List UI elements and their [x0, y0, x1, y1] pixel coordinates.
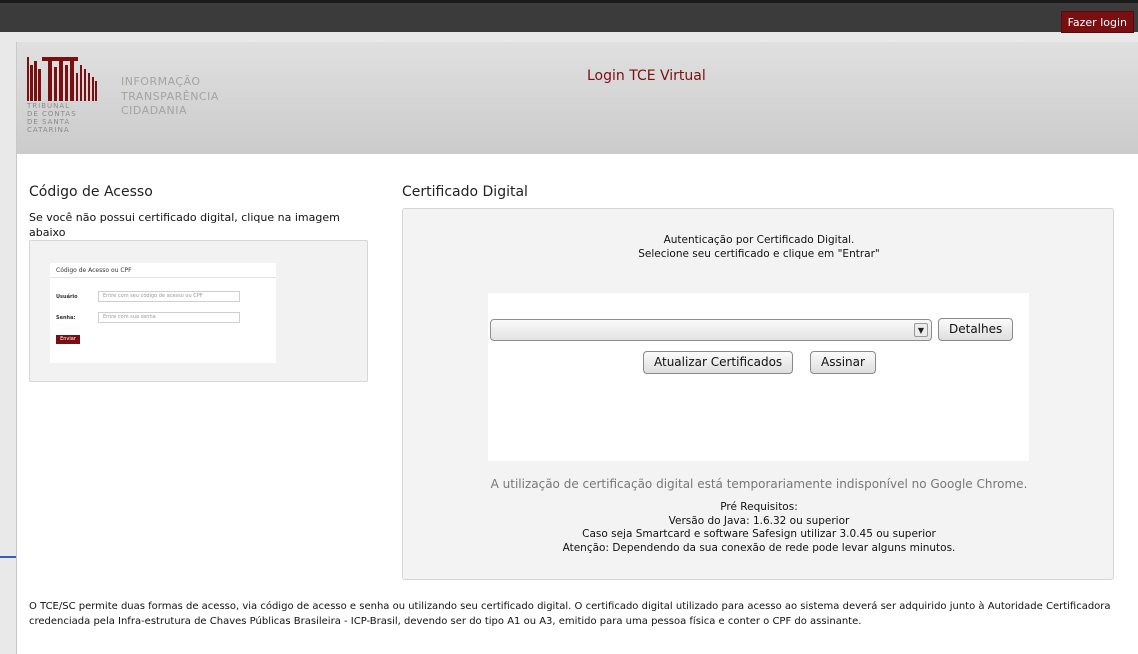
logo-caption-line: DE CONTAS [27, 110, 77, 118]
logo-caption-line: TRIBUNAL [27, 102, 71, 110]
chrome-notice: A utilização de certificação digital est… [490, 477, 1028, 491]
logo-word: INFORMAÇÃO [121, 75, 201, 88]
logo-caption-line: CATARINA [27, 126, 70, 134]
certificate-applet: ▼ Detalhes Atualizar Certificados Assina… [488, 293, 1029, 461]
logo-word: CIDADANIA [121, 104, 188, 117]
preview-submit-button: Enviar [56, 335, 80, 344]
access-code-preview-image[interactable]: Código de Acesso ou CPF Usuário Entre co… [29, 240, 368, 382]
access-code-description: Se você não possui certificado digital, … [29, 211, 340, 239]
certificate-title: Certificado Digital [402, 184, 528, 200]
logo-caption: TRIBUNAL DE CONTAS DE SANTA CATARINA [27, 102, 87, 134]
footer-info: O TCE/SC permite duas formas de acesso, … [29, 601, 1111, 627]
requirements: Pré Requisitos: Versão do Java: 1.6.32 o… [403, 501, 1115, 555]
certificate-select[interactable]: ▼ [490, 319, 932, 341]
preview-user-label: Usuário [56, 294, 78, 300]
login-button[interactable]: Fazer login [1060, 11, 1134, 33]
certificate-intro-line: Selecione seu certificado e clique em "E… [638, 248, 880, 260]
refresh-certificates-button[interactable]: Atualizar Certificados [643, 351, 794, 374]
page-header: TRIBUNAL DE CONTAS DE SANTA CATARINA INF… [17, 42, 1138, 154]
page-title: Login TCE Virtual [587, 68, 706, 84]
preview-heading: Código de Acesso ou CPF [50, 263, 276, 278]
certificate-intro-line: Autenticação por Certificado Digital. [663, 234, 855, 246]
requirement-java: Versão do Java: 1.6.32 ou superior [668, 514, 850, 527]
top-bar: Fazer login [0, 0, 1138, 33]
preview-password-label: Senha: [56, 315, 76, 321]
details-button[interactable]: Detalhes [938, 318, 1014, 341]
logo-motto: INFORMAÇÃO TRANSPARÊNCIA CIDADANIA [121, 75, 219, 119]
certificate-intro: Autenticação por Certificado Digital. Se… [403, 233, 1115, 261]
access-code-title: Código de Acesso [29, 184, 153, 200]
requirement-smartcard: Caso seja Smartcard e software Safesign … [582, 528, 936, 541]
logo-word: TRANSPARÊNCIA [121, 89, 219, 103]
requirements-heading: Pré Requisitos: [720, 501, 798, 513]
preview-user-field: Entre com seu código de acesso ou CPF [98, 291, 240, 302]
left-edge-accent [0, 556, 16, 558]
dropdown-arrow-icon[interactable]: ▼ [914, 323, 928, 337]
main-panel: TRIBUNAL DE CONTAS DE SANTA CATARINA INF… [16, 42, 1138, 654]
tce-logo: TRIBUNAL DE CONTAS DE SANTA CATARINA INF… [27, 57, 297, 147]
logo-caption-line: DE SANTA [27, 118, 71, 126]
certificate-box: Autenticação por Certificado Digital. Se… [402, 208, 1114, 580]
preview-password-field: Entre com sua senha [98, 312, 240, 323]
requirement-warning: Atenção: Dependendo da sua conexão de re… [562, 541, 956, 554]
preview-form: Código de Acesso ou CPF Usuário Entre co… [50, 263, 276, 363]
sign-button[interactable]: Assinar [810, 351, 876, 374]
